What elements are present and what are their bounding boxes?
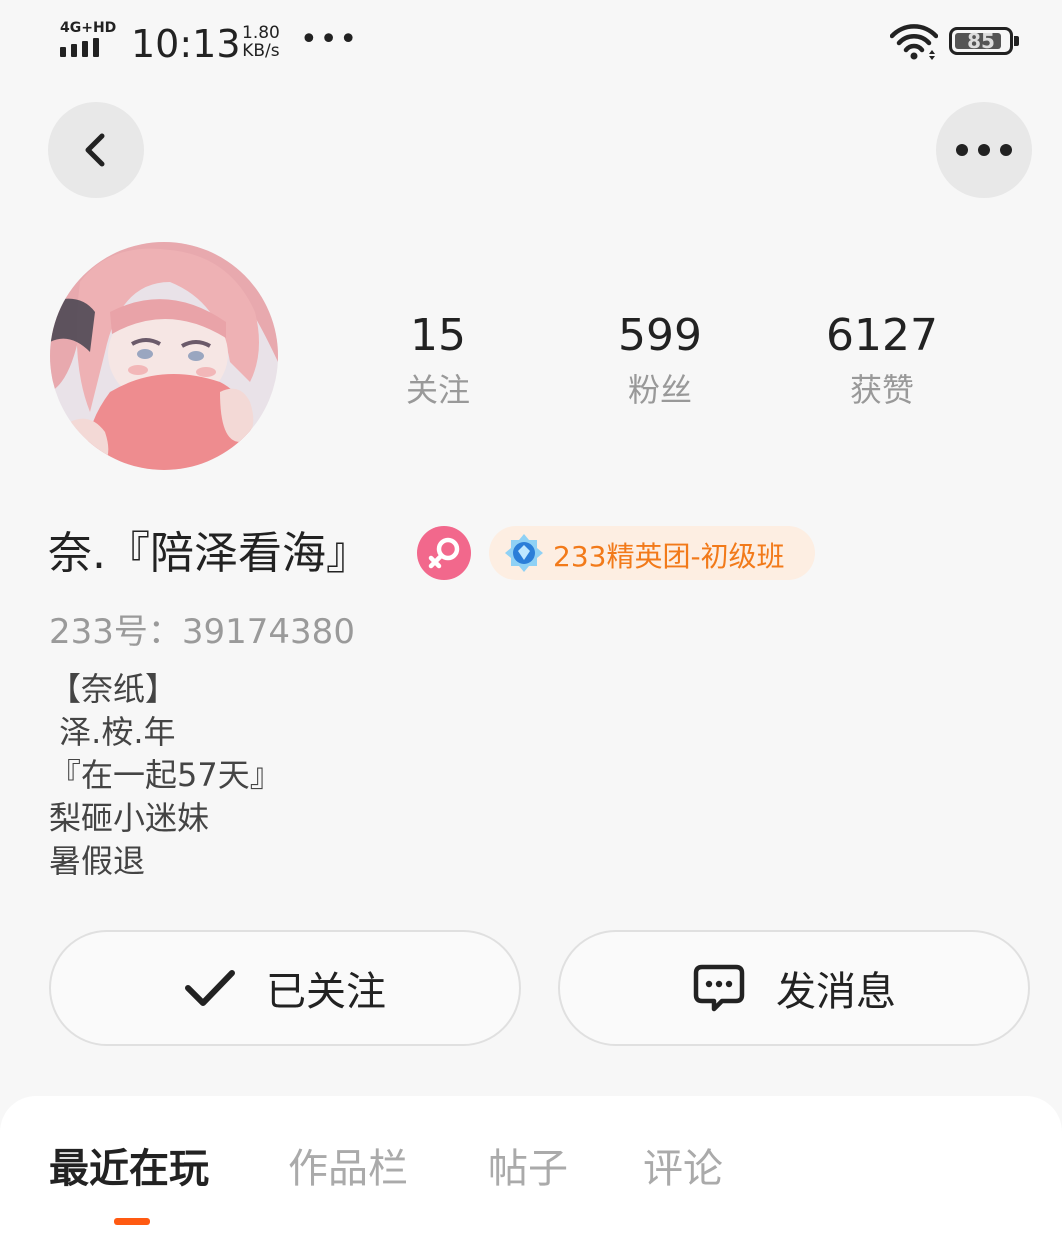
following-label: 关注: [405, 371, 470, 409]
tab-comments[interactable]: 评论: [643, 1136, 723, 1194]
bio-line: 『在一起57天』: [49, 756, 282, 794]
fans-label: 粉丝: [627, 371, 692, 409]
network-type: 4G+HD: [60, 20, 117, 36]
bio-line: 暑假退: [49, 842, 146, 880]
chevron-left-icon: [85, 133, 105, 167]
tab-recently-played[interactable]: 最近在玩: [49, 1136, 209, 1194]
avatar[interactable]: [50, 242, 278, 470]
following-count: 15: [410, 310, 466, 361]
clock: 10:13: [131, 22, 241, 66]
avatar-illustration: [50, 242, 278, 470]
bio-line: 梨砸小迷妹: [49, 799, 210, 837]
nickname: 奈.『陪泽看海』: [48, 528, 370, 579]
bio: 【奈纸】 泽.桉.年 『在一起57天』 梨砸小迷妹 暑假退: [49, 668, 282, 883]
bio-line: 泽.桉.年: [49, 713, 176, 751]
network-speed: 1.80 KB/s: [242, 23, 280, 61]
likes-count: 6127: [826, 310, 938, 361]
battery-icon: 85: [949, 27, 1019, 55]
followed-button[interactable]: 已关注: [49, 930, 521, 1046]
send-message-button[interactable]: 发消息: [558, 930, 1030, 1046]
battery-level: 85: [967, 29, 995, 53]
user-id: 233号：39174380: [49, 612, 355, 652]
membership-badge[interactable]: 233精英团-初级班: [489, 526, 815, 580]
back-button[interactable]: [48, 102, 144, 198]
active-tab-indicator: [114, 1218, 150, 1225]
notification-dots-icon: •••: [300, 22, 360, 57]
wifi-icon: [890, 24, 938, 60]
tab-posts[interactable]: 帖子: [488, 1136, 568, 1194]
bio-line: 【奈纸】: [49, 670, 178, 708]
stat-following[interactable]: 15 关注: [348, 310, 528, 414]
more-horizontal-icon: [956, 144, 1012, 156]
badge-label: 233精英团-初级班: [553, 540, 785, 573]
tab-works[interactable]: 作品栏: [288, 1136, 408, 1194]
more-options-button[interactable]: [936, 102, 1032, 198]
check-icon: [185, 970, 235, 1006]
send-message-label: 发消息: [776, 969, 896, 1015]
stat-fans[interactable]: 599 粉丝: [570, 310, 750, 414]
diamond-badge-icon: [505, 534, 543, 572]
female-icon: [417, 526, 471, 580]
stat-likes[interactable]: 6127 获赞: [792, 310, 972, 414]
fans-count: 599: [618, 310, 702, 361]
likes-label: 获赞: [849, 371, 914, 409]
chat-bubble-icon: [693, 964, 745, 1012]
signal-icon: 4G+HD: [60, 20, 120, 60]
followed-label: 已关注: [266, 969, 386, 1015]
status-bar: 4G+HD 10:13 1.80 KB/s ••• 85: [0, 0, 1062, 90]
